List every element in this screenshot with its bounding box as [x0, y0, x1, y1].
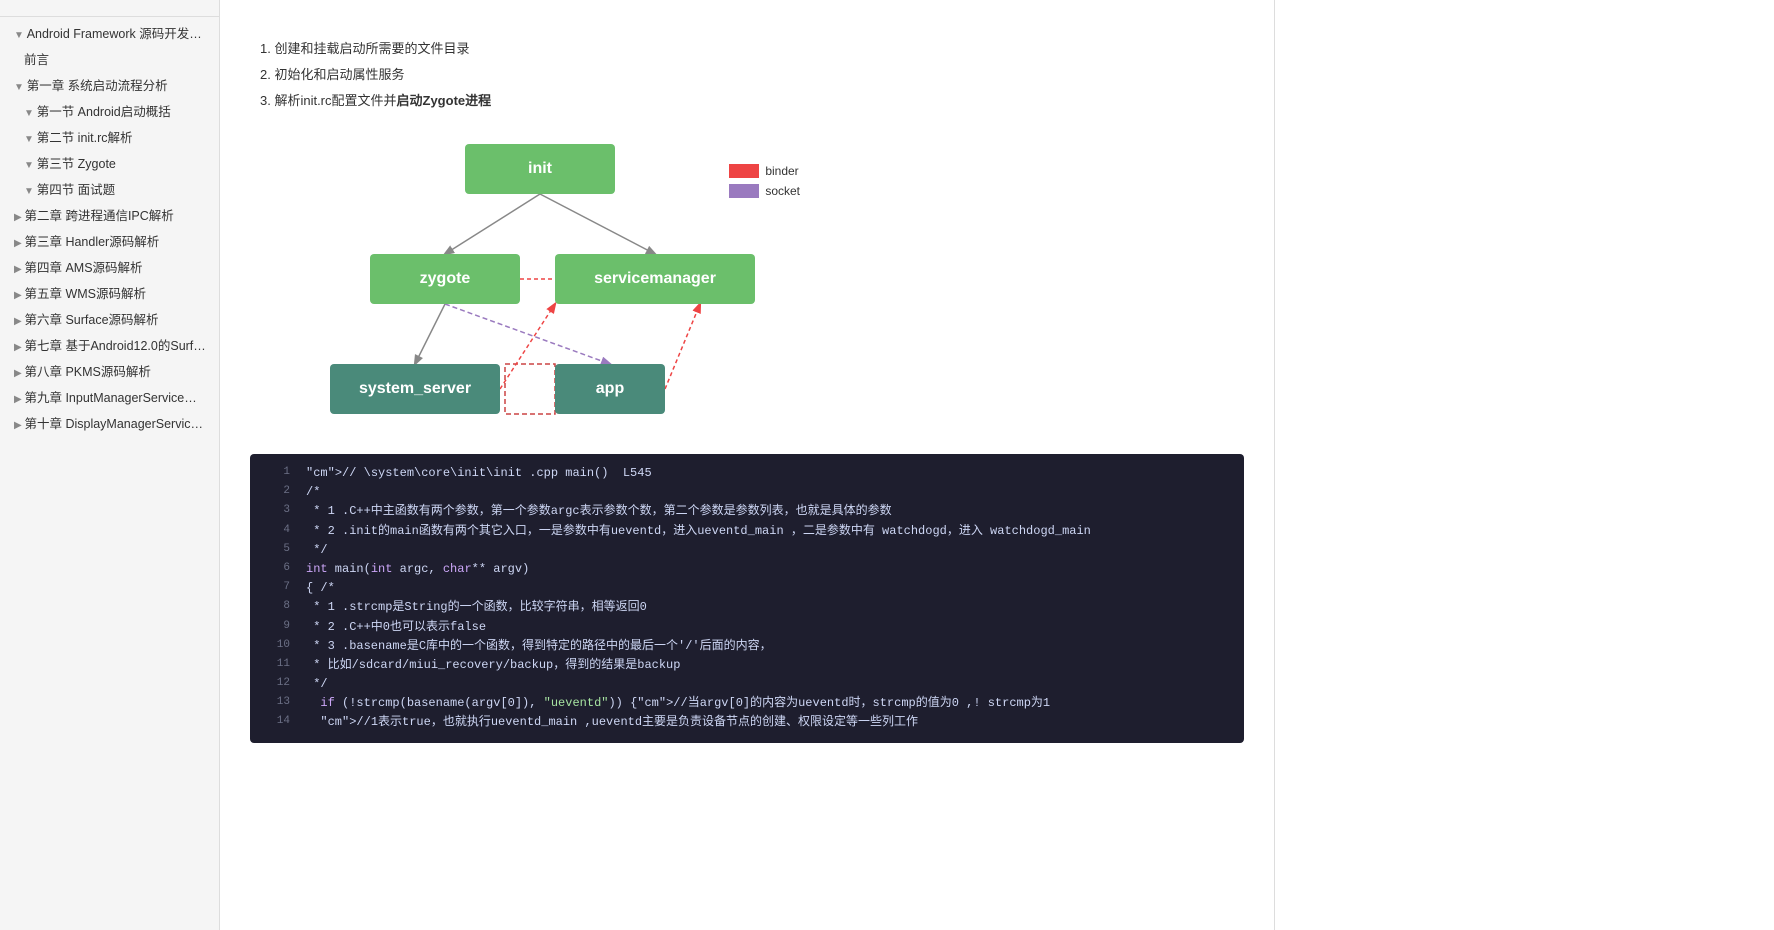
diagram-node-init: init — [465, 144, 615, 194]
sidebar-item-ch3[interactable]: 第三章 Handler源码解析 — [0, 229, 219, 255]
legend-color-socket — [729, 184, 759, 198]
sidebar-item-ch10[interactable]: 第十章 DisplayManagerService源码解析 — [0, 411, 219, 437]
legend: binder socket — [729, 164, 800, 198]
list-item: 2. 初始化和启动属性服务 — [260, 62, 1244, 88]
sidebar-tree: Android Framework 源码开发提秘前言第一章 系统启动流程分析第一… — [0, 17, 219, 441]
code-line: 4 * 2 .init的main函数有两个其它入口，一是参数中有ueventd，… — [250, 522, 1244, 541]
legend-color-binder — [729, 164, 759, 178]
code-line: 1"cm">// \system\core\init\init .cpp mai… — [250, 464, 1244, 483]
diagram-node-zygote: zygote — [370, 254, 520, 304]
sidebar-item-ch6[interactable]: 第六章 Surface源码解析 — [0, 307, 219, 333]
sidebar-header — [0, 0, 219, 17]
diagram-node-system-server: system_server — [330, 364, 500, 414]
list-item: 3. 解析init.rc配置文件并启动Zygote进程 — [260, 88, 1244, 114]
code-line: 8 * 1 .strcmp是String的一个函数，比较字符串，相等返回0 — [250, 598, 1244, 617]
sidebar-item-ch7[interactable]: 第七章 基于Android12.0的SurfaceFlinger源 — [0, 333, 219, 359]
code-line: 10 * 3 .basename是C库中的一个函数，得到特定的路径中的最后一个'… — [250, 637, 1244, 656]
sidebar-item-ch1-3[interactable]: 第三节 Zygote — [0, 151, 219, 177]
code-line: 9 * 2 .C++中0也可以表示false — [250, 618, 1244, 637]
code-line: 12 */ — [250, 675, 1244, 694]
sidebar-item-ch1-1[interactable]: 第一节 Android启动概括 — [0, 99, 219, 125]
legend-label-socket: socket — [765, 184, 800, 198]
main-content: 1. 创建和挂载启动所需要的文件目录2. 初始化和启动属性服务3. 解析init… — [220, 0, 1274, 930]
sidebar-item-ch9[interactable]: 第九章 InputManagerService源码解析 — [0, 385, 219, 411]
sidebar-item-ch2[interactable]: 第二章 跨进程通信IPC解析 — [0, 203, 219, 229]
code-line: 3 * 1 .C++中主函数有两个参数，第一个参数argc表示参数个数，第二个参… — [250, 502, 1244, 521]
legend-binder: binder — [729, 164, 800, 178]
code-line: 2/* — [250, 483, 1244, 502]
code-line: 7{ /* — [250, 579, 1244, 598]
sidebar-item-ch8[interactable]: 第八章 PKMS源码解析 — [0, 359, 219, 385]
code-block: 1"cm">// \system\core\init\init .cpp mai… — [250, 454, 1244, 743]
code-line: 14 "cm">//1表示true，也就执行ueventd_main ,ueve… — [250, 713, 1244, 732]
diagram-node-app: app — [555, 364, 665, 414]
list-item: 1. 创建和挂载启动所需要的文件目录 — [260, 36, 1244, 62]
sidebar-item-ch4[interactable]: 第四章 AMS源码解析 — [0, 255, 219, 281]
right-panel — [1274, 0, 1774, 930]
sidebar-item-preface[interactable]: 前言 — [0, 47, 219, 73]
sidebar: Android Framework 源码开发提秘前言第一章 系统启动流程分析第一… — [0, 0, 220, 930]
sidebar-item-ch1-2[interactable]: 第二节 init.rc解析 — [0, 125, 219, 151]
sidebar-item-root[interactable]: Android Framework 源码开发提秘 — [0, 21, 219, 47]
content-list: 1. 创建和挂载启动所需要的文件目录2. 初始化和启动属性服务3. 解析init… — [250, 36, 1244, 114]
code-line: 13 if (!strcmp(basename(argv[0]), "ueven… — [250, 694, 1244, 713]
sidebar-item-ch5[interactable]: 第五章 WMS源码解析 — [0, 281, 219, 307]
sidebar-item-ch1[interactable]: 第一章 系统启动流程分析 — [0, 73, 219, 99]
sidebar-item-ch1-4[interactable]: 第四节 面试题 — [0, 177, 219, 203]
diagram-node-servicemanager: servicemanager — [555, 254, 755, 304]
code-line: 11 * 比如/sdcard/miui_recovery/backup，得到的结… — [250, 656, 1244, 675]
legend-socket: socket — [729, 184, 800, 198]
code-line: 5 */ — [250, 541, 1244, 560]
diagram: init zygote servicemanager system_server… — [270, 134, 790, 434]
code-line: 6int main(int argc, char** argv) — [250, 560, 1244, 579]
legend-label-binder: binder — [765, 164, 798, 178]
